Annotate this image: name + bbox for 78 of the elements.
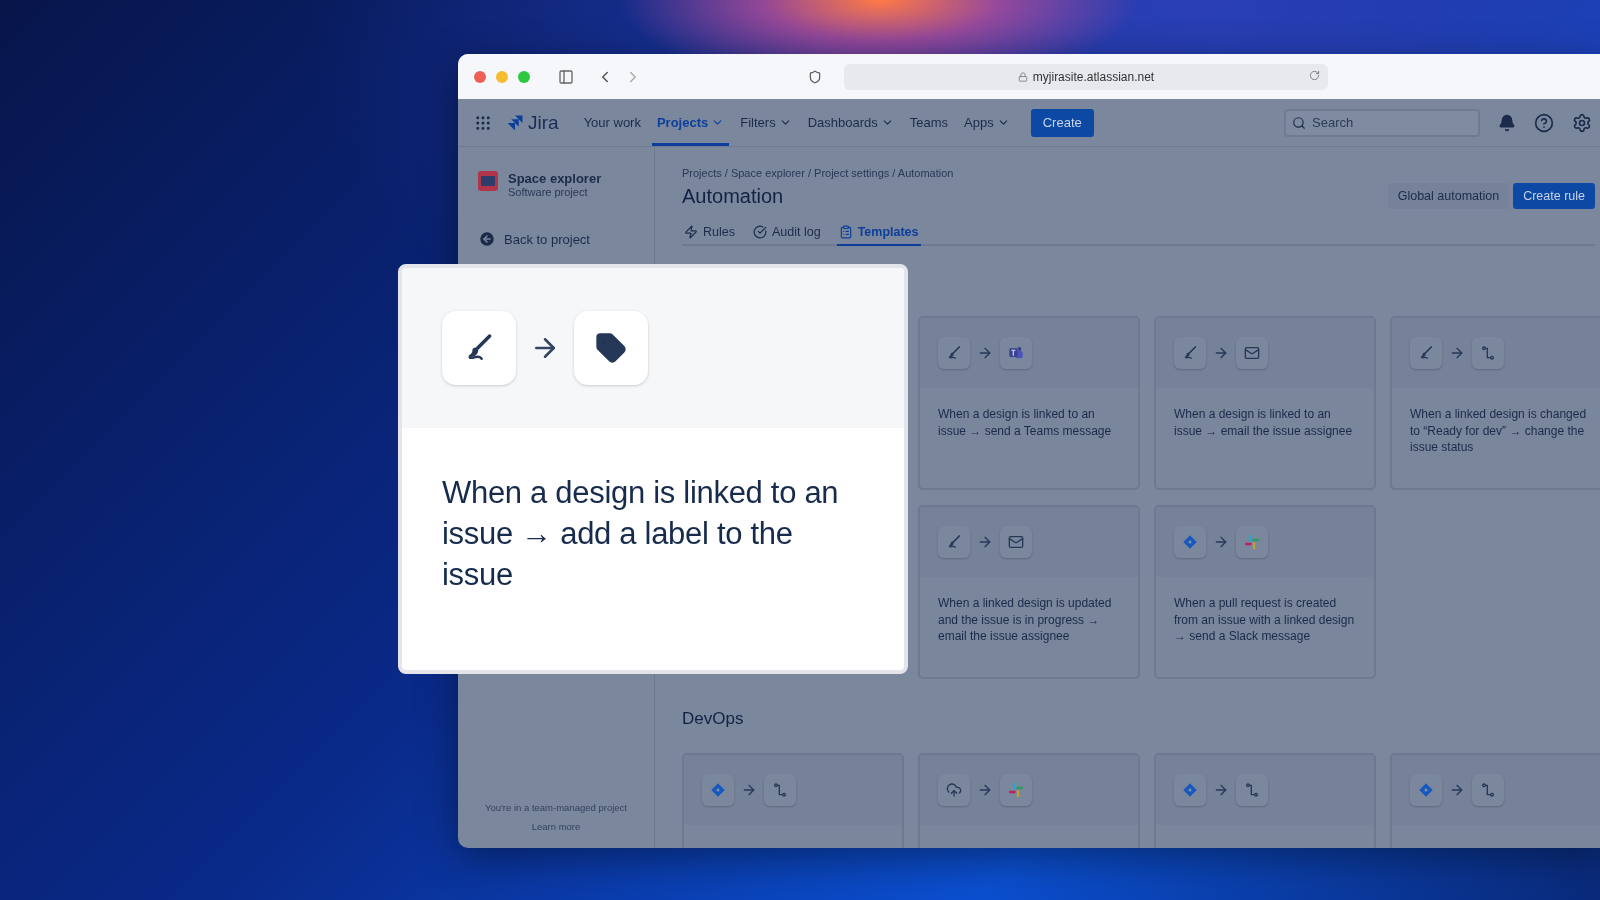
project-name[interactable]: Space explorer — [508, 171, 602, 186]
create-rule-button[interactable]: Create rule — [1513, 183, 1595, 209]
search-icon — [1292, 115, 1306, 130]
arrow-icon — [977, 782, 993, 798]
template-card[interactable]: When a pull request is created from an issue with a linked design → send a Slack message — [1154, 505, 1376, 679]
paintbrush-icon — [1182, 345, 1198, 361]
template-card[interactable]: When a design is linked to an issue → email the issue assignee — [1154, 316, 1376, 490]
nav-item[interactable]: Your work — [578, 99, 646, 146]
arrow-icon — [741, 782, 757, 798]
slack-logo-icon — [1008, 782, 1024, 798]
sidebar-toggle-icon[interactable] — [558, 68, 574, 85]
nav-item[interactable]: Filters — [735, 99, 797, 146]
global-automation-button[interactable]: Global automation — [1387, 183, 1510, 209]
cloud-upload-icon — [946, 782, 962, 798]
paintbrush-icon — [1418, 345, 1434, 361]
template-description: When a design is linked to an issue → send a Teams message — [937, 406, 1113, 439]
template-icon — [838, 225, 853, 239]
tab[interactable]: Rules — [682, 221, 737, 246]
breadcrumbs[interactable]: Projects / Space explorer / Project settings / Automation — [682, 167, 1595, 179]
back-to-project-link[interactable]: Back to project — [478, 230, 634, 248]
paintbrush-icon — [946, 534, 962, 550]
workflow-icon — [1480, 345, 1496, 361]
diamond-icon — [1182, 534, 1198, 550]
app-switcher-icon[interactable] — [474, 113, 492, 132]
diamond-icon — [1418, 782, 1434, 798]
notifications-icon[interactable] — [1498, 113, 1516, 132]
arrow-icon — [1449, 345, 1465, 361]
tab[interactable]: Audit log — [750, 221, 823, 246]
arrow-icon — [1213, 345, 1229, 361]
search-field[interactable]: Search — [1284, 108, 1480, 137]
diamond-icon — [1182, 782, 1198, 798]
check-circle-icon — [752, 225, 767, 239]
reload-icon[interactable] — [1309, 69, 1320, 81]
template-card[interactable]: When a design is linked to an issue → send a Teams message — [918, 316, 1140, 490]
close-window-button[interactable] — [474, 70, 486, 83]
page-title: Automation — [682, 184, 784, 208]
nav-item[interactable]: Dashboards — [802, 99, 899, 146]
workflow-icon — [772, 782, 788, 798]
nav-item[interactable]: Projects — [651, 99, 730, 146]
minimize-window-button[interactable] — [496, 70, 508, 83]
arrow-icon — [1213, 534, 1229, 550]
diamond-icon — [710, 782, 726, 798]
arrow-icon — [1213, 782, 1229, 798]
lock-icon — [1017, 71, 1028, 82]
jira-logo-icon — [506, 113, 524, 132]
template-description: When a linked design is changed to “Ready for dev” → change the issue status — [1409, 406, 1588, 456]
tab[interactable]: Templates — [836, 221, 921, 246]
envelope-icon — [1008, 534, 1024, 550]
lightning-icon — [684, 225, 698, 239]
project-type: Software project — [508, 186, 589, 198]
nav-item[interactable]: Apps — [959, 99, 1015, 146]
project-avatar-icon — [478, 171, 498, 191]
template-description: When a design is linked to an issue → email the issue assignee — [1173, 406, 1354, 439]
maximize-window-button[interactable] — [518, 70, 530, 83]
help-icon[interactable] — [1534, 112, 1554, 133]
tag-icon — [595, 332, 627, 364]
shield-icon[interactable] — [808, 69, 822, 84]
template-card[interactable]: When a linked design is changed to “Ready for dev” → change the issue status — [1390, 316, 1600, 490]
workflow-icon — [1480, 782, 1496, 798]
teams-logo-icon — [1008, 345, 1024, 361]
settings-icon[interactable] — [1572, 112, 1592, 133]
arrow-icon — [1449, 782, 1465, 798]
nav-item[interactable]: Teams — [904, 99, 954, 146]
template-description: When a design is linked to an issue → add a label to the issue — [441, 474, 840, 594]
section-heading: DevOps — [682, 709, 745, 729]
workflow-icon — [1244, 782, 1260, 798]
slack-logo-icon — [1244, 534, 1260, 550]
arrow-icon — [977, 534, 993, 550]
url-text: myjirasite.atlassian.net — [1032, 69, 1155, 84]
paintbrush-icon — [946, 345, 962, 361]
address-bar[interactable]: myjirasite.atlassian.net — [844, 63, 1328, 90]
create-button[interactable]: Create — [1030, 108, 1094, 137]
template-card[interactable]: When a linked design is updated and the issue is in progress → email the issue assignee — [918, 505, 1140, 679]
template-description: When a linked design is updated and the issue is in progress → email the issue assignee — [937, 595, 1113, 645]
template-description: When a pull request is created from an issue with a linked design → send a Slack message — [1173, 595, 1356, 645]
logo-text: Jira — [528, 111, 559, 134]
envelope-icon — [1244, 345, 1260, 361]
learn-more-link[interactable]: Learn more — [531, 821, 581, 832]
